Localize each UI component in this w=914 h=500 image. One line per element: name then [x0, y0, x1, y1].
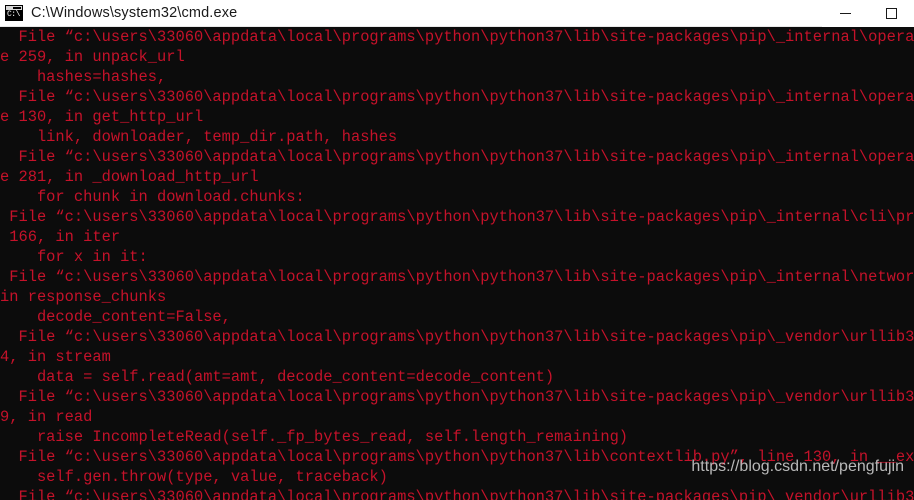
console-line: data = self.read(amt=amt, decode_content… [0, 368, 555, 386]
console-line: File “c:\users\33060\appdata\local\progr… [9, 268, 914, 286]
console-line: File “c:\users\33060\appdata\local\progr… [18, 388, 914, 406]
console-line: File “c:\users\33060\appdata\local\progr… [18, 488, 914, 500]
console-line: 166, in iter [0, 228, 121, 246]
maximize-button[interactable] [868, 0, 914, 27]
console-line: in response_chunks [0, 288, 167, 306]
console-line: 9, in read [0, 408, 93, 426]
console-line: 4, in stream [0, 348, 111, 366]
console-line: e 281, in _download_http_url [0, 168, 259, 186]
console-line: decode_content=False, [0, 308, 231, 326]
console-line: e 259, in unpack_url [0, 48, 185, 66]
console-line: File “c:\users\33060\appdata\local\progr… [18, 328, 914, 346]
console-line: File “c:\users\33060\appdata\local\progr… [18, 148, 914, 166]
console-line: e 130, in get_http_url [0, 108, 204, 126]
console-line: File “c:\users\33060\appdata\local\progr… [18, 28, 914, 46]
window-controls [822, 0, 914, 27]
minimize-button[interactable] [822, 0, 868, 27]
cmd-window: C:\ C:\Windows\system32\cmd.exe File “c:… [0, 0, 914, 500]
minimize-icon [839, 12, 851, 14]
window-title: C:\Windows\system32\cmd.exe [31, 5, 238, 21]
console-line: File “c:\users\33060\appdata\local\progr… [18, 88, 914, 106]
console-line: hashes=hashes, [0, 68, 167, 86]
console-line: for chunk in download.chunks: [0, 188, 305, 206]
console-line: raise IncompleteRead(self._fp_bytes_read… [0, 428, 629, 446]
cmd-console-icon-text: C:\ [7, 10, 20, 19]
console-text: File “c:\users\33060\appdata\local\progr… [0, 27, 914, 500]
titlebar-left: C:\ C:\Windows\system32\cmd.exe [0, 5, 822, 21]
maximize-icon [885, 7, 897, 19]
console-line: link, downloader, temp_dir.path, hashes [0, 128, 398, 146]
console-line: File “c:\users\33060\appdata\local\progr… [9, 208, 914, 226]
console-line: for x in it: [0, 248, 148, 266]
watermark-text: https://blog.csdn.net/pengfujin [691, 458, 904, 475]
cmd-console-icon: C:\ [5, 5, 23, 21]
console-output-area[interactable]: File “c:\users\33060\appdata\local\progr… [0, 27, 914, 500]
window-titlebar[interactable]: C:\ C:\Windows\system32\cmd.exe [0, 0, 914, 27]
